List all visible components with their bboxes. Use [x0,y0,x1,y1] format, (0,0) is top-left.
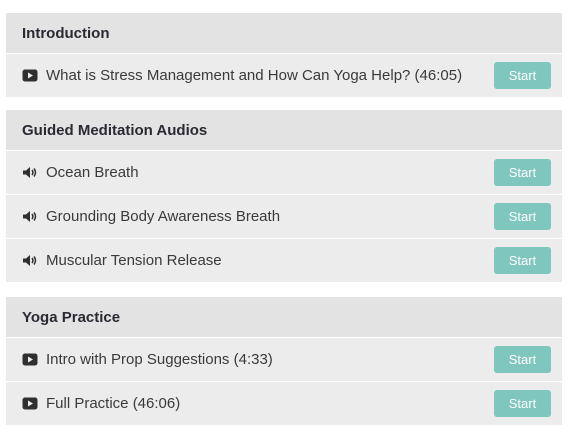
section-yoga-practice: Yoga Practice Intro with Prop Suggestion… [6,297,562,425]
start-button[interactable]: Start [494,159,551,186]
lesson-title: Full Practice (46:06) [46,395,181,412]
section-guided-meditation-audios: Guided Meditation Audios Ocean Breath St… [6,110,562,282]
section-introduction: Introduction What is Stress Management a… [6,13,562,97]
lesson-title: Muscular Tension Release [46,252,222,269]
lesson-row[interactable]: What is Stress Management and How Can Yo… [6,53,562,97]
audio-icon [22,166,38,180]
lesson-title: Intro with Prop Suggestions (4:33) [46,351,273,368]
start-button[interactable]: Start [494,390,551,417]
lesson-title: Ocean Breath [46,164,139,181]
start-button[interactable]: Start [494,203,551,230]
section-title: Introduction [6,13,562,53]
lesson-row[interactable]: Ocean Breath Start [6,150,562,194]
audio-icon [22,210,38,224]
video-icon [22,397,38,411]
start-button[interactable]: Start [494,62,551,89]
lesson-title: What is Stress Management and How Can Yo… [46,67,463,84]
lesson-row[interactable]: Grounding Body Awareness Breath Start [6,194,562,238]
start-button[interactable]: Start [494,346,551,373]
section-title: Yoga Practice [6,297,562,337]
lesson-row[interactable]: Full Practice (46:06) Start [6,381,562,425]
lesson-row[interactable]: Muscular Tension Release Start [6,238,562,282]
lesson-row[interactable]: Intro with Prop Suggestions (4:33) Start [6,337,562,381]
audio-icon [22,254,38,268]
lesson-title: Grounding Body Awareness Breath [46,208,281,225]
video-icon [22,69,38,83]
video-icon [22,353,38,367]
section-title: Guided Meditation Audios [6,110,562,150]
start-button[interactable]: Start [494,247,551,274]
